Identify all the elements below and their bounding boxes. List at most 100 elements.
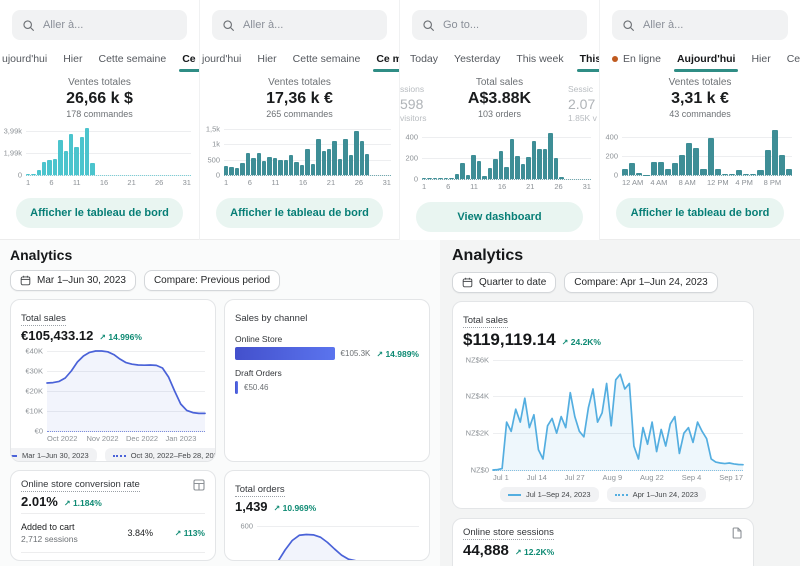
metric-sub: 43 commandes	[600, 109, 800, 119]
y-axis-label: €0	[35, 427, 43, 436]
analytics-row: Analytics Mar 1–Jun 30, 2023 Compare: Pr…	[0, 240, 800, 566]
total-sales-line-chart: €40K€30K€20K€10K€0Oct 2022Nov 2022Dec 20…	[21, 347, 205, 443]
metric-sub: 265 commandes	[200, 109, 399, 119]
bars	[224, 127, 391, 175]
view-dashboard-button[interactable]: Afficher le tableau de bord	[216, 198, 383, 228]
bar	[365, 154, 369, 175]
bar	[235, 168, 239, 175]
x-axis-label: Jul 14	[527, 473, 547, 482]
x-axis-label: 16	[498, 182, 506, 191]
date-range-button[interactable]: Mar 1–Jun 30, 2023	[10, 270, 136, 291]
global-search[interactable]: Go to...	[412, 10, 587, 40]
x-axis-label: 26	[155, 178, 163, 187]
next-stat-partial: Sessic 2.07 1.85K v	[568, 84, 599, 123]
x-axis-label: 11	[272, 178, 280, 187]
legend-item[interactable]: Mar 1–Jun 30, 2023	[10, 448, 97, 462]
x-axis-label: Jul 27	[565, 473, 585, 482]
legend-item[interactable]: Oct 30, 2022–Feb 28, 2023	[105, 448, 216, 462]
analytics-right: Analytics Quarter to date Compare: Apr 1…	[440, 240, 800, 566]
metric-value: A$3.88K	[431, 90, 568, 108]
compare-button[interactable]: Compare: Previous period	[144, 270, 280, 291]
bar	[251, 158, 255, 175]
card-title: Total orders	[235, 484, 285, 497]
x-axis-label: 8 AM	[679, 178, 707, 187]
metric-sub: 178 commandes	[0, 109, 199, 119]
bar	[53, 159, 57, 175]
online-status[interactable]: En ligne	[602, 53, 669, 65]
channel-bar	[235, 347, 335, 360]
bars	[422, 131, 591, 179]
bar	[240, 163, 244, 175]
search-placeholder: Go to...	[443, 19, 479, 31]
tab-yesterday[interactable]: Yesterday	[446, 45, 508, 72]
file-icon[interactable]	[731, 527, 743, 539]
period-tabs: ujourd'huiHierCette semaineCe mois-ci	[0, 45, 199, 72]
date-range-button[interactable]: Quarter to date	[452, 272, 556, 293]
tab-today[interactable]: Today	[402, 45, 446, 72]
x-axis-label: 12 PM	[707, 178, 735, 187]
tab-this-month[interactable]: This month	[572, 45, 599, 72]
store-panels-row: Aller à... ujourd'huiHierCette semaineCe…	[0, 0, 800, 240]
bar	[85, 128, 89, 175]
bar	[504, 167, 508, 179]
comparison-baseline	[224, 175, 391, 176]
tab-cette-semaine[interactable]: Cette semaine	[285, 45, 369, 72]
y-axis-label: €30K	[25, 367, 43, 376]
bar	[708, 138, 714, 175]
legend-item[interactable]: Jul 1–Sep 24, 2023	[500, 487, 599, 502]
compare-button[interactable]: Compare: Apr 1–Jun 24, 2023	[564, 272, 717, 293]
comparison-baseline	[493, 470, 743, 471]
tab-ujourd-hui[interactable]: ujourd'hui	[0, 45, 55, 72]
view-dashboard-button[interactable]: Afficher le tableau de bord	[616, 198, 784, 228]
tab-cette-semain[interactable]: Cette semain	[779, 45, 800, 72]
global-search[interactable]: Aller à...	[12, 10, 187, 40]
global-search[interactable]: Aller à...	[612, 10, 788, 40]
store-panel-1: Aller à... ujourd'huiHierCette semaineCe…	[0, 0, 200, 240]
tab-cette-semaine[interactable]: Cette semaine	[90, 45, 174, 72]
tab-hier[interactable]: Hier	[743, 45, 778, 72]
tab-this-week[interactable]: This week	[508, 45, 571, 72]
chart-legend: Mar 1–Jun 30, 2023Oct 30, 2022–Feb 28, 2…	[21, 448, 205, 462]
search-icon	[222, 19, 235, 32]
bars	[26, 127, 191, 175]
channel-value: €105.3K	[341, 349, 371, 358]
increase-arrow-icon: ↗	[64, 499, 71, 508]
bar	[554, 158, 558, 179]
tab-ce-mois-ci[interactable]: Ce mois-ci	[368, 45, 399, 72]
tab-jourd-hui[interactable]: jourd'hui	[200, 45, 249, 72]
tab-hier[interactable]: Hier	[55, 45, 90, 72]
y-axis-label: 0	[18, 171, 22, 180]
bar	[471, 155, 475, 179]
sales-summary: Ventes totales 26,66 k $ 178 commandes	[0, 77, 199, 119]
card-title: Online store conversion rate	[21, 479, 140, 492]
view-dashboard-button[interactable]: Afficher le tableau de bord	[16, 198, 183, 228]
total-orders-line-chart: 600400200	[235, 518, 419, 561]
x-axis-label: 1	[422, 182, 426, 191]
bar	[224, 166, 228, 175]
tab-aujourd-hui[interactable]: Aujourd'hui	[669, 45, 743, 72]
chart-legend: Jul 1–Sep 24, 2023 Apr 1–Jun 24, 2023	[463, 487, 743, 502]
x-axis-label: 1	[26, 178, 30, 187]
x-axis-label: Aug 9	[603, 473, 623, 482]
comparison-baseline	[26, 175, 191, 176]
line-plot	[493, 354, 743, 470]
bar	[90, 163, 94, 175]
view-dashboard-button[interactable]: View dashboard	[416, 202, 583, 232]
increase-arrow-icon: ↗	[562, 338, 569, 347]
bar	[267, 157, 271, 175]
sales-by-channel-card: Sales by channel Online Store €105.3K ↗ …	[224, 299, 430, 462]
funnel-row: Reached checkout2,266 sessions 3.21% ↗ 6…	[21, 552, 205, 561]
tab-hier[interactable]: Hier	[249, 45, 284, 72]
global-search[interactable]: Aller à...	[212, 10, 387, 40]
bar	[80, 137, 84, 175]
report-table-icon[interactable]	[193, 479, 205, 491]
y-axis-label: 1,5k	[206, 124, 220, 133]
online-status-label: En ligne	[623, 53, 661, 65]
bar	[354, 131, 358, 175]
y-axis-label: 400	[240, 559, 253, 562]
legend-item[interactable]: Apr 1–Jun 24, 2023	[607, 487, 706, 502]
total-orders-value: 1,439	[235, 499, 268, 514]
bar	[74, 147, 78, 175]
card-title: Sales by channel	[235, 313, 307, 325]
tab-ce-mois-ci[interactable]: Ce mois-ci	[174, 45, 199, 72]
